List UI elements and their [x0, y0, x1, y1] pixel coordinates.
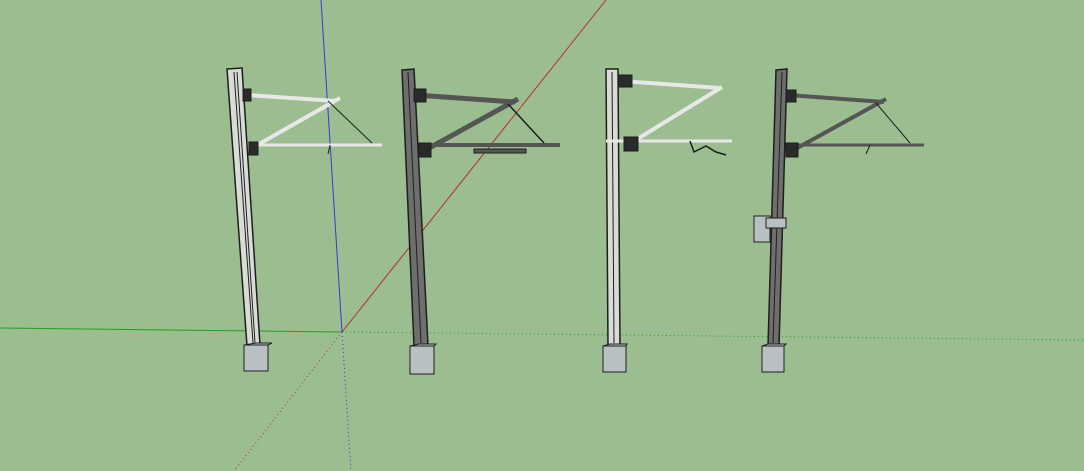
viewport-background [0, 0, 1084, 471]
mast-2-insulator-top [413, 88, 427, 103]
mast-4-base-top [761, 343, 788, 347]
mast-1-base [243, 344, 269, 372]
mast-1-insulator-top [242, 88, 252, 102]
mast-3-base [602, 345, 627, 373]
sketchup-3d-viewport[interactable] [0, 0, 1084, 471]
mast-2-insulator-bottom [418, 142, 432, 158]
mast-4-equipment-bracket [765, 217, 787, 229]
mast-3-insulator-bottom [623, 136, 639, 152]
scene-canvas[interactable] [0, 0, 1084, 471]
mast-4-base [761, 345, 785, 373]
mast-3-insulator-top [617, 74, 633, 88]
mast-4-insulator-bottom [785, 142, 799, 158]
mast-1-insulator-bottom [248, 141, 259, 156]
mast-4-insulator-top [785, 89, 797, 103]
mast-2-registration [473, 148, 527, 154]
mast-2-base [409, 345, 435, 375]
